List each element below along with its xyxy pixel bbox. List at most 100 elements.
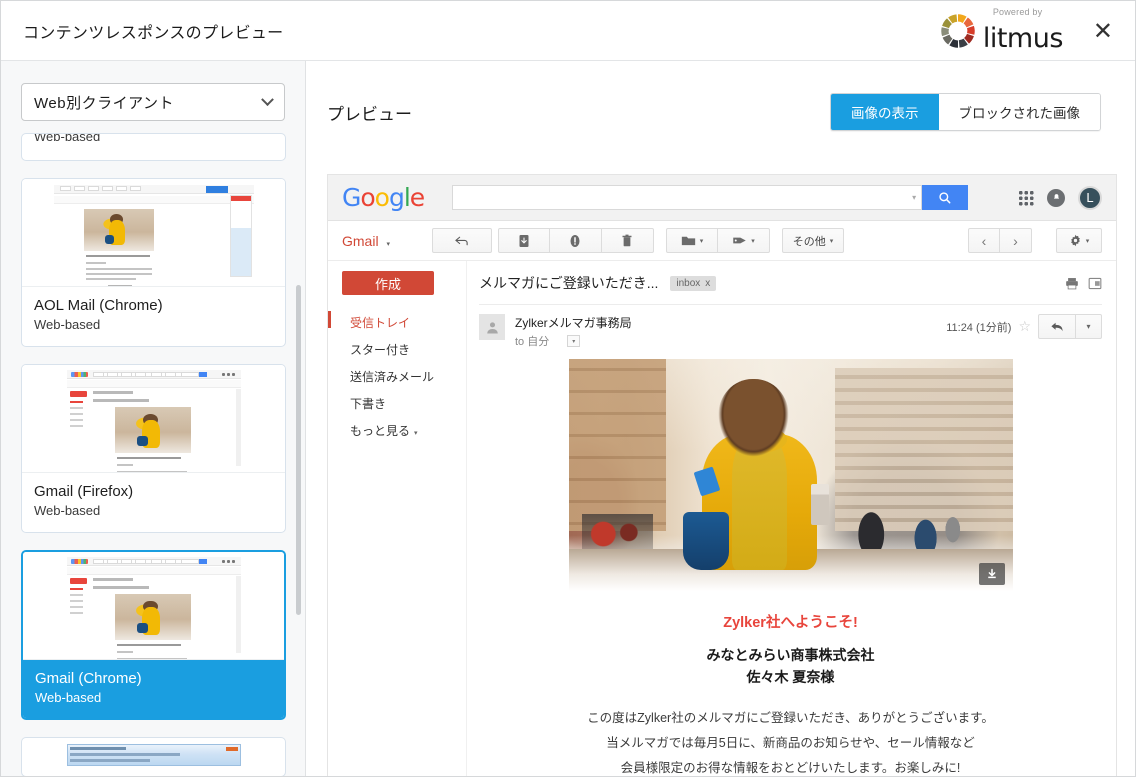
recipient-label: to 自分 (515, 333, 549, 349)
gmail-search-input[interactable] (453, 186, 907, 209)
caret-down-icon: ▾ (386, 241, 390, 248)
move-to-button[interactable]: ▾ (666, 228, 718, 253)
message-header: Zylkerメルマガ事務局 to 自分 ▾ 11:24 (1分前) ☆ (479, 305, 1102, 349)
prev-chevron-icon: ‹ (982, 233, 987, 249)
client-name: Gmail (Firefox) (34, 482, 273, 502)
gear-icon (1069, 234, 1082, 247)
gmail-search-bar[interactable]: ▾ (452, 185, 922, 210)
search-options-caret-icon[interactable]: ▾ (907, 193, 921, 202)
remove-label-icon[interactable]: x (705, 278, 710, 289)
outlook-mini-mock (67, 744, 241, 777)
nav-item-starred[interactable]: スター付き (342, 336, 466, 363)
settings-button[interactable]: ▾ (1056, 228, 1102, 253)
gmail-toolbar: Gmail ▾ (328, 221, 1116, 261)
archive-button[interactable] (498, 228, 550, 253)
inbox-label-chip[interactable]: inboxx (670, 276, 716, 291)
gmail-message-pane: メルマガにご登録いただき... inboxx (466, 261, 1116, 777)
magnifier-icon (938, 191, 952, 205)
previous-message-button[interactable]: ‹ (968, 228, 1000, 253)
litmus-wordmark: litmus (983, 25, 1063, 52)
compose-button[interactable]: 作成 (342, 271, 434, 295)
recipient-row: to 自分 ▾ (515, 333, 632, 349)
apps-grid-icon[interactable] (1018, 190, 1034, 206)
preview-main-panel: プレビュー 画像の表示 ブロックされた画像 Google ▾ (307, 61, 1136, 777)
gmail-client-preview: Google ▾ L (327, 174, 1117, 777)
client-card-list[interactable]: Web-based (1, 133, 306, 777)
message-action-group (498, 228, 654, 253)
google-header-bar: Google ▾ L (328, 175, 1116, 221)
google-logo: Google (342, 183, 424, 212)
pagination-group: ‹ › (968, 228, 1032, 253)
sidebar-scrollbar-track[interactable] (298, 135, 303, 765)
back-arrow-icon (454, 235, 469, 247)
client-type: Web-based (34, 502, 273, 520)
client-card-caption: Gmail (Firefox) Web-based (22, 473, 285, 532)
folder-icon (681, 234, 696, 247)
close-button[interactable]: ✕ (1089, 17, 1117, 45)
caret-down-icon: ▾ (1086, 237, 1090, 245)
reply-more-button[interactable]: ▾ (1076, 314, 1102, 339)
reply-arrow-icon (1050, 321, 1064, 333)
message-window-icons (1065, 277, 1102, 290)
caret-down-icon: ▾ (414, 430, 418, 437)
page-title: コンテンツレスポンスのプレビュー (23, 19, 283, 43)
sidebar-scrollbar-thumb[interactable] (296, 285, 301, 615)
nav-item-sent[interactable]: 送信済みメール (342, 363, 466, 390)
client-card-gmail-firefox[interactable]: Gmail (Firefox) Web-based (21, 364, 286, 533)
open-in-new-window-icon[interactable] (1088, 277, 1102, 290)
email-content: Zylker社へようこそ! みなとみらい商事株式会社 佐々木 夏奈様 この度はZ… (479, 359, 1102, 777)
nav-item-inbox[interactable]: 受信トレイ (342, 309, 466, 336)
client-sidebar: Web別クライアント Web-based (1, 61, 306, 777)
next-message-button[interactable]: › (1000, 228, 1032, 253)
litmus-pinwheel-logo (939, 12, 977, 50)
preview-title: プレビュー (327, 100, 412, 125)
client-name: Gmail (Chrome) (35, 669, 272, 689)
client-card-partial-top[interactable]: Web-based (21, 133, 286, 161)
message-timestamp: 11:24 (1分前) (946, 319, 1011, 335)
email-company-name: みなとみらい商事株式会社 (521, 645, 1060, 667)
image-download-button[interactable] (979, 563, 1005, 585)
trash-icon (621, 234, 633, 248)
delete-button[interactable] (602, 228, 654, 253)
email-paragraph-1: この度はZylker社のメルマガにご登録いただき、ありがとうございます。 (521, 706, 1060, 731)
back-button[interactable] (432, 228, 492, 253)
printer-icon[interactable] (1065, 277, 1079, 290)
toolbar-right-group: ‹ › ▾ (968, 228, 1102, 253)
client-card-partial-bottom[interactable] (21, 737, 286, 777)
caret-down-icon: ▾ (1086, 322, 1090, 331)
image-display-toggle[interactable]: 画像の表示 ブロックされた画像 (830, 93, 1101, 131)
client-card-aol-mail-chrome[interactable]: AOL Mail (Chrome) Web-based (21, 178, 286, 347)
litmus-branding: Powered by litmus (939, 12, 1063, 50)
sender-block: Zylkerメルマガ事務局 to 自分 ▾ (515, 314, 632, 349)
email-heading: Zylker社へようこそ! (521, 611, 1060, 632)
user-avatar[interactable]: L (1078, 186, 1102, 210)
report-spam-button[interactable] (550, 228, 602, 253)
recipient-details-toggle[interactable]: ▾ (567, 335, 580, 347)
show-images-button[interactable]: 画像の表示 (831, 94, 939, 130)
client-type: Web-based (34, 316, 273, 334)
gmail-firefox-mini-mock (67, 370, 241, 466)
gmail-search-button[interactable] (922, 185, 968, 210)
email-person-name: 佐々木 夏奈様 (521, 667, 1060, 689)
star-outline-icon[interactable]: ☆ (1018, 318, 1031, 335)
labels-button[interactable]: ▾ (718, 228, 770, 253)
reply-button[interactable] (1038, 314, 1076, 339)
message-subject-row: メルマガにご登録いただき... inboxx (479, 273, 1102, 293)
client-thumbnail (23, 552, 284, 660)
client-filter-select[interactable]: Web別クライアント (21, 83, 285, 121)
notification-bell-icon[interactable] (1047, 189, 1065, 207)
client-card-gmail-chrome[interactable]: Gmail (Chrome) Web-based (21, 550, 286, 721)
sender-name: Zylkerメルマガ事務局 (515, 314, 632, 331)
blocked-images-button[interactable]: ブロックされた画像 (939, 94, 1101, 130)
nav-item-more[interactable]: もっと見る ▾ (342, 417, 466, 444)
nav-item-more-label: もっと見る (350, 424, 410, 438)
google-account-icons: L (1018, 186, 1102, 210)
more-actions-button[interactable]: その他▾ (782, 228, 844, 253)
client-card-caption: Gmail (Chrome) Web-based (23, 660, 284, 719)
hero-image-woman-in-yellow-coat (569, 359, 1013, 591)
chevron-down-icon (261, 93, 274, 106)
nav-item-drafts[interactable]: 下書き (342, 390, 466, 417)
archive-icon (518, 234, 530, 248)
gmail-brand-dropdown[interactable]: Gmail ▾ (342, 233, 390, 249)
sender-avatar-placeholder (479, 314, 505, 340)
